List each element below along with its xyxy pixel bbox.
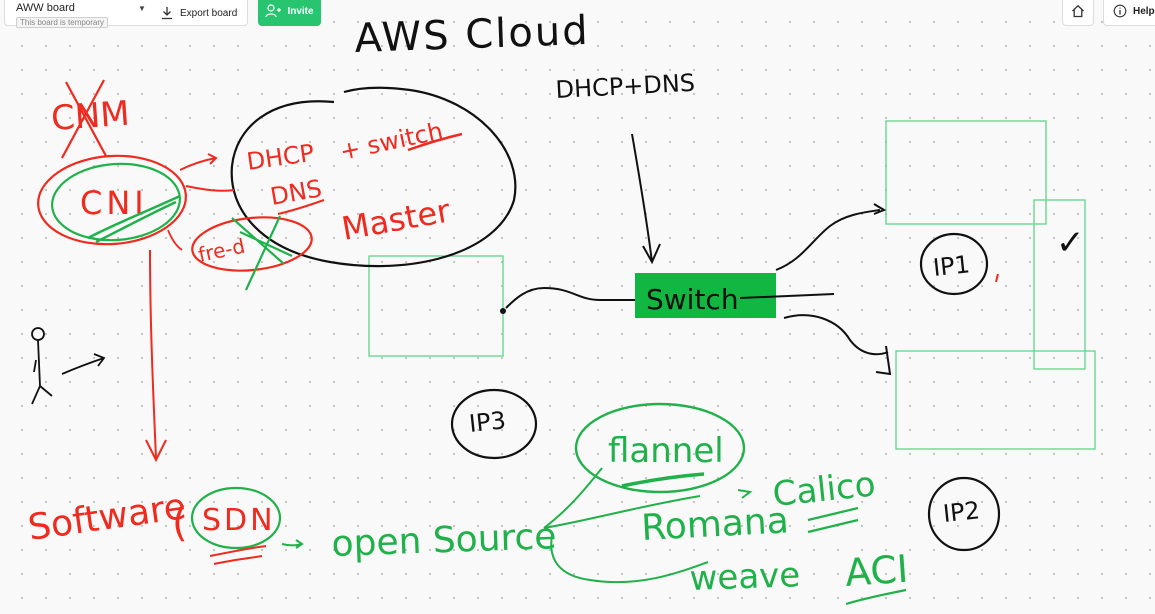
- romana-text: Romana: [640, 500, 789, 549]
- person-head: [31, 327, 45, 341]
- sdn-paren-open: (: [172, 500, 188, 546]
- calico-underline: [807, 506, 859, 534]
- whiteboard-canvas[interactable]: AWS Cloud DHCP+DNS DHCP DNS + switch Mas…: [0, 0, 1155, 614]
- dhcp-text: DHCP: [245, 139, 316, 176]
- link-dot: [500, 308, 506, 314]
- plus-switch-text: + switch: [337, 117, 445, 166]
- node-box-bottom-right: [895, 350, 1096, 450]
- cni-link-to-crossed: [167, 229, 183, 251]
- aci-text: ACI: [844, 547, 910, 595]
- checkmark-text: ✓: [1056, 223, 1085, 263]
- flannel-underline: [621, 472, 705, 488]
- switch-line-left: [505, 286, 635, 309]
- switch-text: Switch: [646, 283, 739, 316]
- flannel-text: flannel: [608, 431, 724, 471]
- dns-text: DNS: [268, 174, 324, 211]
- open-source-text: open Source: [331, 516, 557, 565]
- software-text: Software: [26, 486, 189, 549]
- ip1-text: IP1: [932, 250, 972, 282]
- cni-link-to-master: [185, 185, 235, 192]
- weave-text: weave: [689, 555, 801, 599]
- master-text: Master: [339, 191, 454, 248]
- ip2-text: IP2: [942, 496, 982, 528]
- aws-cloud-title: AWS Cloud: [354, 8, 591, 62]
- cni-arrow-to-master: [179, 153, 218, 171]
- person-arrow: [61, 353, 106, 375]
- ip3-text: IP3: [468, 406, 508, 438]
- cnm-text: CNM: [50, 94, 131, 139]
- calico-text: Calico: [771, 464, 878, 515]
- node-box-left: [368, 255, 504, 357]
- sdn-arrow: [281, 539, 304, 549]
- arrow-down-to-switch: [631, 133, 661, 265]
- cni-line-down: [145, 249, 167, 463]
- crossed-word: fre-d: [196, 234, 247, 267]
- node-box-top-right: [885, 120, 1047, 225]
- cni-text: CNI: [80, 184, 148, 222]
- person-body: [31, 339, 53, 405]
- sdn-text: SDN: [202, 503, 276, 538]
- switch-link-bottom: [783, 314, 892, 376]
- switch-link-top: [775, 203, 887, 271]
- red-tick-mark: [995, 273, 999, 283]
- dhcp-dns-label: DHCP+DNS: [555, 69, 696, 104]
